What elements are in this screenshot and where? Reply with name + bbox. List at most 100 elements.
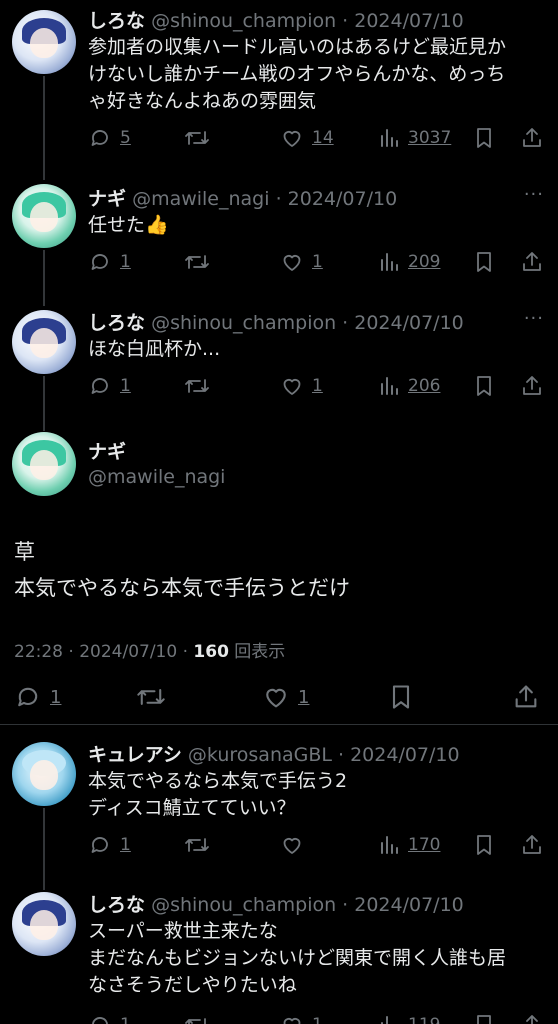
retweet-button[interactable] [136,683,166,711]
share-button[interactable] [520,373,544,399]
bookmark-icon [392,685,410,709]
display-name[interactable]: ナギ [88,188,126,210]
view-count: 119 [408,1015,440,1024]
handle-date[interactable]: @shinou_champion · 2024/07/10 [151,894,464,916]
like-button[interactable]: 1 [280,249,323,275]
bookmark-icon [477,376,491,396]
reply-tweet[interactable]: しろな @shinou_champion · 2024/07/10 スーパー救世… [0,886,558,1024]
avatar[interactable] [12,10,76,74]
share-icon [523,128,541,147]
display-name[interactable]: しろな [88,894,145,916]
retweet-button[interactable] [184,125,210,151]
share-button[interactable] [520,1012,544,1024]
retweet-icon [185,1018,206,1024]
tweet-text: 参加者の収集ハードル高いのはあるけど最近見か けないし誰かチーム戦のオフやらんか… [88,36,507,112]
tweet[interactable]: しろな @shinou_champion · 2024/07/10 ··· ほな… [0,306,558,426]
focus-handle[interactable]: @mawile_nagi [88,466,225,488]
reply-button[interactable]: 1 [88,373,131,399]
focus-display-name[interactable]: ナギ [88,437,126,464]
share-button[interactable] [512,683,540,711]
retweet-icon [137,689,165,705]
handle-date[interactable]: @shinou_champion · 2024/07/10 [151,312,464,334]
reply-button[interactable]: 5 [88,125,131,151]
tweet-header: ナギ @mawile_nagi · 2024/07/10 [88,184,397,211]
retweet-button[interactable] [184,832,210,858]
like-icon [266,688,286,708]
bookmark-button[interactable] [473,1012,495,1024]
like-button[interactable]: 1 [262,683,309,711]
reply-tweet[interactable]: キュレアシ @kurosanaGBL · 2024/07/10 本気でやるなら本… [0,736,558,876]
reply-button[interactable]: 1 [88,832,131,858]
more-icon[interactable]: ··· [524,184,544,205]
retweet-icon [185,255,209,269]
share-icon [526,1015,538,1024]
share-icon [515,685,537,708]
handle-date[interactable]: @shinou_champion · 2024/07/10 [151,10,464,32]
display-name[interactable]: しろな [88,312,145,334]
view-count: 3037 [408,128,452,148]
bookmark-button[interactable] [473,373,495,399]
tweet[interactable]: ナギ @mawile_nagi · 2024/07/10 ··· 任せた👍 1 … [0,180,558,300]
views-button[interactable]: 209 [378,249,440,275]
like-icon [283,255,301,271]
reply-button[interactable]: 1 [14,683,61,711]
views-button[interactable]: 119 [378,1012,440,1024]
bookmark-button[interactable] [473,125,495,151]
bookmark-icon [477,128,491,148]
reply-button[interactable]: 1 [88,1012,131,1024]
focus-meta: 22:28 · 2024/07/10 · 160 回表示 [14,637,285,662]
reply-icon [18,687,38,707]
retweet-button[interactable] [184,1012,210,1024]
views-button[interactable]: 170 [378,832,440,858]
tweet-header: しろな @shinou_champion · 2024/07/10 [88,890,464,917]
avatar[interactable] [12,310,76,374]
like-count: 1 [298,686,310,708]
views-icon [381,1016,392,1024]
reply-button[interactable]: 1 [88,249,131,275]
action-bar: 5 14 3037 [88,125,544,151]
reply-icon [91,378,108,394]
display-name[interactable]: しろな [88,10,145,32]
view-count: 206 [408,376,441,396]
views-button[interactable]: 206 [378,373,440,399]
share-button[interactable] [520,832,544,858]
reply-icon [91,130,108,146]
share-icon [523,376,541,395]
more-icon[interactable]: ··· [524,308,544,329]
like-button[interactable] [280,832,304,858]
share-button[interactable] [520,125,544,151]
handle-date[interactable]: @mawile_nagi · 2024/07/10 [132,188,397,210]
like-button[interactable]: 1 [280,1012,323,1024]
handle-date[interactable]: @kurosanaGBL · 2024/07/10 [188,744,460,766]
bookmark-icon [477,252,491,272]
share-icon [523,252,541,271]
like-button[interactable]: 1 [280,373,323,399]
tweet-text: スーパー救世主来たな まだなんもビジョンないけど関東で開く人誰も居 なさそうだし… [88,920,507,996]
like-count: 1 [312,252,323,272]
retweet-button[interactable] [184,249,210,275]
avatar[interactable] [12,742,76,806]
views-button[interactable]: 3037 [378,125,451,151]
focus-timestamp[interactable]: 22:28 · 2024/07/10 · [14,642,193,662]
tweet-text: 本気でやるなら本気で手伝う2 ディスコ鯖立てていい？ [88,770,348,819]
reply-count: 1 [120,835,131,855]
like-button[interactable]: 14 [280,125,334,151]
retweet-button[interactable] [184,373,210,399]
avatar[interactable] [12,892,76,956]
avatar[interactable] [12,184,76,248]
bookmark-button[interactable] [388,683,414,711]
display-name[interactable]: キュレアシ [88,744,182,766]
bookmark-button[interactable] [473,832,495,858]
share-button[interactable] [520,249,544,275]
focus-view-count: 160 [193,642,229,662]
bookmark-button[interactable] [473,249,495,275]
reply-count: 1 [120,252,131,272]
like-icon [283,131,301,147]
focus-action-bar: 1 1 [14,683,544,711]
tweet-header: しろな @shinou_champion · 2024/07/10 [88,308,464,335]
focus-avatar[interactable] [12,432,76,496]
tweet[interactable]: しろな @shinou_champion · 2024/07/10 参加者の収集… [0,0,558,170]
tweet-header: しろな @shinou_champion · 2024/07/10 [88,6,464,33]
divider [0,724,558,725]
reply-count: 5 [120,128,131,148]
